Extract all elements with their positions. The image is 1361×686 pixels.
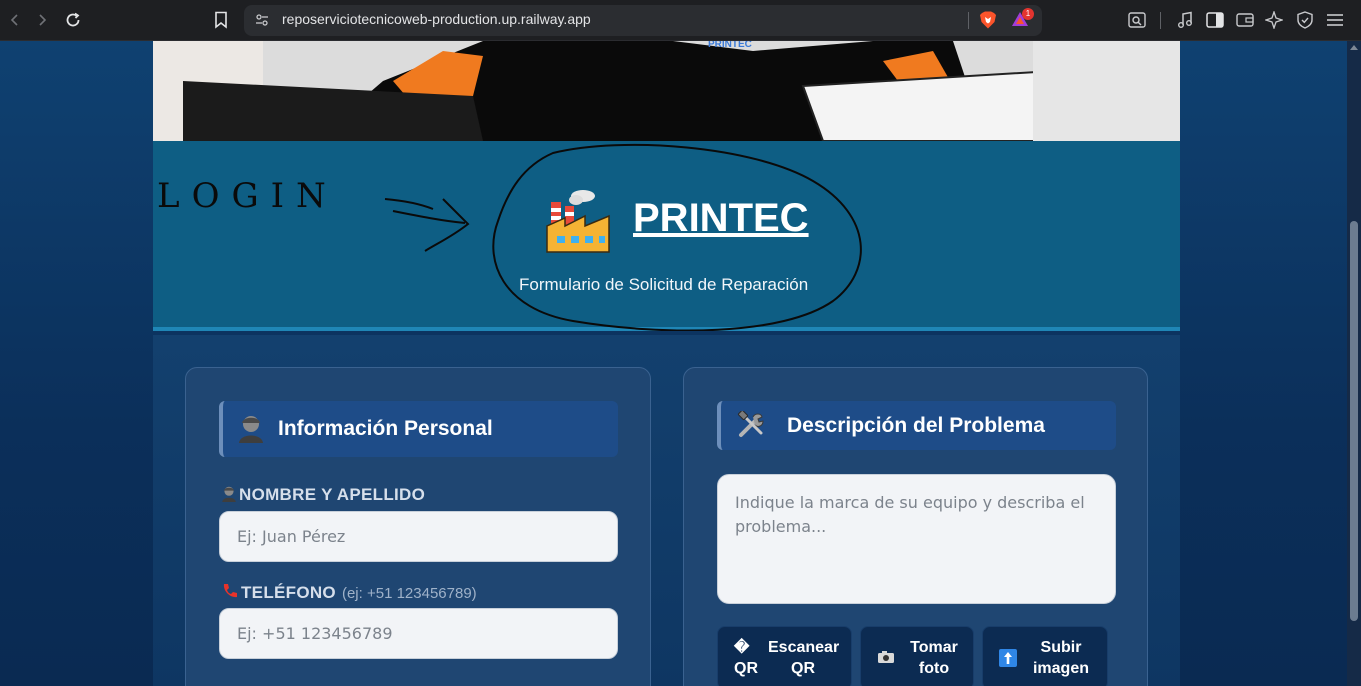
problem-card: Descripción del Problema � QR Escanear Q… [683,367,1148,686]
scrollbar-thumb[interactable] [1350,221,1358,621]
site-settings-icon[interactable] [254,12,270,32]
person-icon [237,413,265,447]
rewards-badge: 1 [1022,8,1034,20]
personal-info-title: Información Personal [278,417,493,440]
bookmark-icon[interactable] [209,8,233,32]
take-photo-label-2: foto [918,660,950,677]
upload-arrow-icon [999,649,1017,672]
phone-hint: (ej: +51 123456789) [341,585,477,602]
menu-icon[interactable] [1325,10,1345,30]
vpn-shield-icon[interactable] [1295,10,1315,30]
take-photo-button[interactable]: Tomar foto [860,626,974,686]
phone-label: TELÉFONO (ej: +51 123456789) [221,582,477,605]
name-label-text: NOMBRE Y APELLIDO [239,485,426,504]
scan-qr-label-2: QR [791,660,815,677]
url-text: reposerviciotecnicoweb-production.up.rai… [282,11,591,27]
url-divider [968,12,969,29]
back-icon[interactable] [3,8,27,32]
scroll-up-arrow-icon[interactable] [1350,45,1358,50]
problem-description-input[interactable] [717,474,1116,604]
upload-image-button[interactable]: Subir imagen [982,626,1108,686]
reader-mode-icon[interactable] [1127,10,1147,30]
qr-icon: � [734,639,750,656]
music-icon[interactable] [1175,10,1195,30]
browser-toolbar: reposerviciotecnicoweb-production.up.rai… [0,0,1361,41]
personal-info-header: Información Personal [219,401,618,457]
phone-icon [221,582,239,605]
scan-qr-side-label: QR [734,660,758,677]
upload-image-label-1: Subir [1040,639,1082,656]
forward-icon[interactable] [30,8,54,32]
form-subtitle: Formulario de Solicitud de Reparación [519,275,809,294]
scan-qr-button[interactable]: � QR Escanear QR [717,626,852,686]
tools-icon [737,409,765,443]
phone-input[interactable] [219,608,618,659]
page-scrollbar[interactable] [1347,41,1361,686]
problem-title: Descripción del Problema [787,414,1045,437]
brand-title[interactable]: PRINTEC [633,196,809,241]
name-label: NOMBRE Y APELLIDO [221,485,425,507]
address-bar[interactable]: reposerviciotecnicoweb-production.up.rai… [244,5,1042,36]
brave-shields-icon[interactable] [979,10,997,34]
reload-icon[interactable] [61,8,85,32]
leo-ai-icon[interactable] [1264,10,1284,30]
phone-label-text: TELÉFONO [241,583,336,602]
login-annotation-text: LOGIN [157,176,338,216]
toolbar-divider [1160,12,1161,29]
person-small-icon [221,485,237,507]
scan-qr-label-1: Escanear [768,639,840,656]
name-input[interactable] [219,511,618,562]
camera-icon [877,650,895,669]
banner-image: PRINTEC [153,41,1180,141]
factory-icon [543,186,613,262]
wallet-icon[interactable] [1235,10,1255,30]
problem-header: Descripción del Problema [717,401,1116,450]
take-photo-label-1: Tomar [910,639,958,656]
page-header: LOGIN PRINTEC Formulario de Solicitud de… [153,141,1180,331]
upload-image-label-2: imagen [1032,660,1089,677]
svg-text:PRINTEC: PRINTEC [708,41,752,50]
personal-info-card: Información Personal NOMBRE Y APELLIDO T… [185,367,651,686]
sidebar-icon[interactable] [1205,10,1225,30]
